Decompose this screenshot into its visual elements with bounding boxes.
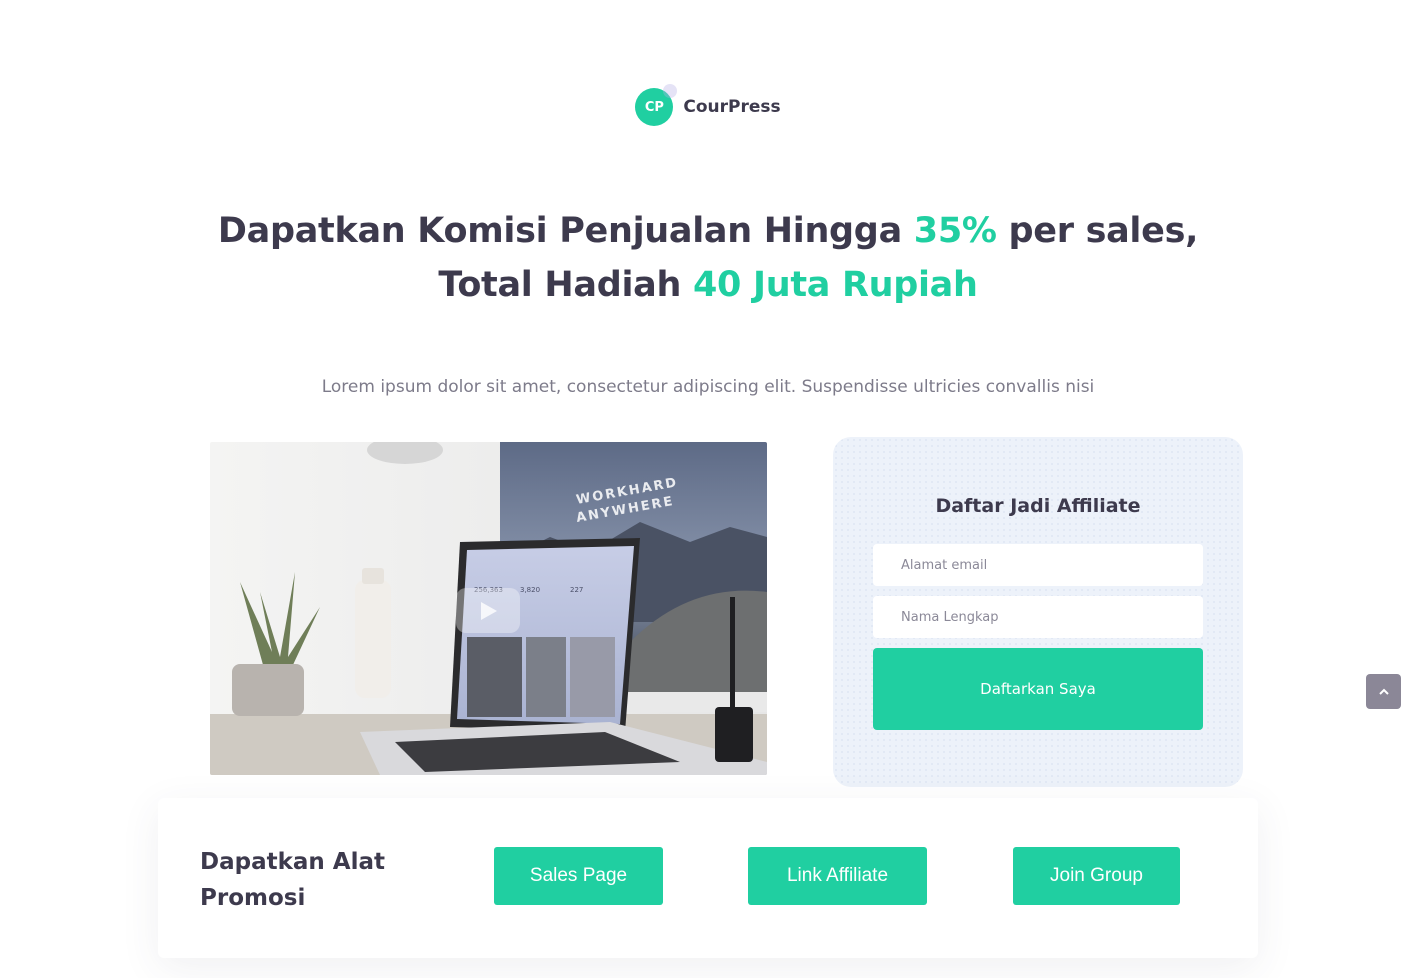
brand-logo[interactable]: CP CourPress [0,84,1416,126]
page-subtitle: Lorem ipsum dolor sit amet, consectetur … [321,377,1095,397]
affiliate-signup-card: Daftar Jadi Affiliate Daftarkan Saya [833,437,1243,787]
signup-title: Daftar Jadi Affiliate [935,495,1141,517]
register-button[interactable]: Daftarkan Saya [873,648,1203,730]
full-name-input[interactable] [873,596,1203,638]
join-group-button[interactable]: Join Group [1013,847,1180,905]
dashboard-stat-2: 3,820 [520,586,540,594]
brand-badge: CP [635,84,678,126]
sales-page-button[interactable]: Sales Page [494,847,663,905]
hero-video-thumbnail[interactable]: WORKHARD ANYWHERE 256,363 3,820 227 [210,442,767,775]
scroll-to-top-button[interactable] [1366,674,1401,709]
headline-line1-prefix: Dapatkan Komisi Penjualan Hingga [217,211,914,251]
chevron-up-icon [1378,688,1389,695]
headline-commission-value: 35% [913,211,997,251]
email-input[interactable] [873,544,1203,586]
page-headline: Dapatkan Komisi Penjualan Hingga 35% per… [0,204,1416,312]
headline-line2-prefix: Total Hadiah [438,265,693,305]
promo-tools-section: Dapatkan Alat Promosi Sales Page Link Af… [158,798,1258,958]
link-affiliate-button[interactable]: Link Affiliate [748,847,927,905]
headline-line1-suffix: per sales, [996,211,1199,251]
headline-prize-value: 40 Juta Rupiah [692,265,978,305]
play-icon[interactable] [456,588,520,633]
dashboard-stat-3: 227 [570,586,583,594]
brand-name: CourPress [683,97,781,117]
brand-initials: CP [644,99,664,115]
promo-title: Dapatkan Alat Promosi [200,849,385,911]
workspace-illustration: WORKHARD ANYWHERE 256,363 3,820 227 [210,442,767,775]
